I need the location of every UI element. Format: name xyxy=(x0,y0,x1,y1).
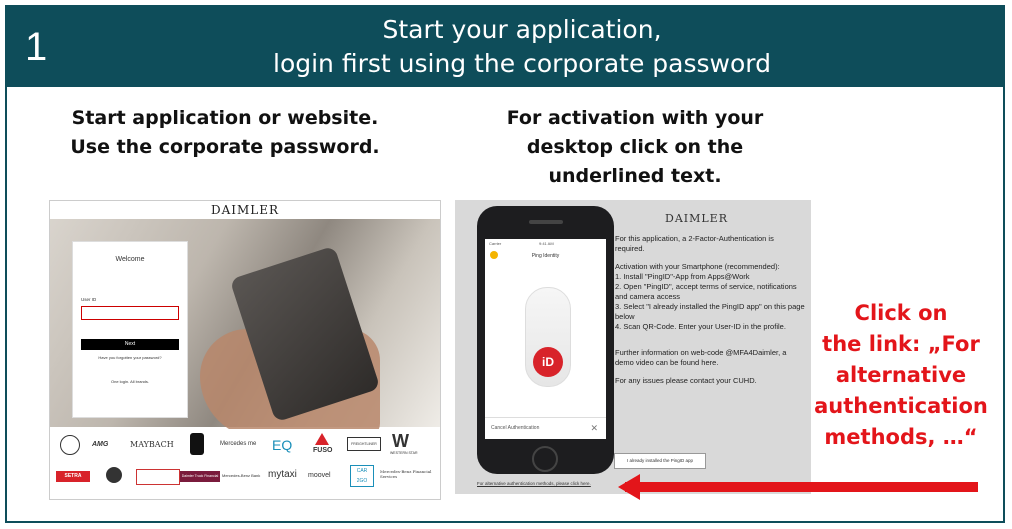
callout-line2: the link: „For xyxy=(822,332,980,356)
mercedes-benz-bank-logo: Mercedes-Benz Bank xyxy=(222,473,261,478)
pingid-swipe-button: iD xyxy=(533,347,563,377)
login-screenshot: DAIMLER Welcome User ID Next Have you fo… xyxy=(49,200,441,500)
phone-status-bar: Carrier 9:41 AM xyxy=(489,241,602,246)
phone-time: 9:41 AM xyxy=(539,241,554,246)
mitsubishi-icon xyxy=(315,433,329,445)
phone-carrier: Carrier xyxy=(489,241,502,246)
western-star-logo: WESTERN STAR xyxy=(390,451,418,455)
one-login-text: One login. All brands. xyxy=(110,379,150,384)
forgot-password-link[interactable]: Have you forgotten your password? xyxy=(73,355,187,360)
mercedes-benz-financial-logo: Mercedes-Benz Financial Services xyxy=(380,469,432,479)
mercedes-star-icon xyxy=(60,435,80,455)
phone-screen: Carrier 9:41 AM Ping Identity iD Cancel … xyxy=(485,239,606,439)
cancel-authentication-label: Cancel Authentication xyxy=(491,425,540,431)
pingid-step4: 4. Scan QR-Code. Enter your User-ID in t… xyxy=(615,322,786,331)
instruction-left-line2: Use the corporate password. xyxy=(70,136,380,158)
bharatbenz-icon xyxy=(106,467,122,483)
mercedes-me-logo: Mercedes me xyxy=(220,441,257,447)
step-number: 1 xyxy=(25,25,48,69)
instruction-left-line1: Start application or website. xyxy=(71,107,379,129)
eq-logo: EQ xyxy=(272,437,293,453)
next-button[interactable]: Next xyxy=(81,339,179,350)
cancel-authentication: Cancel Authentication ✕ xyxy=(485,417,606,437)
home-button-icon xyxy=(532,446,558,472)
instruction-right-line1: For activation with your xyxy=(506,107,764,129)
pingid-step1: 1. Install "PingID"-App from Apps@Work xyxy=(615,272,750,281)
callout-line1: Click on xyxy=(854,301,948,325)
user-id-input[interactable] xyxy=(81,306,179,320)
red-arrow xyxy=(625,482,978,492)
user-id-label: User ID xyxy=(81,297,97,302)
header-title-line1: Start your application, xyxy=(382,15,662,44)
pingid-para1: For this application, a 2-Factor-Authent… xyxy=(615,234,774,253)
daimler-logo: DAIMLER xyxy=(665,212,728,225)
alternative-authentication-link[interactable]: For alternative authentication methods, … xyxy=(477,481,591,486)
daimler-logo: DAIMLER xyxy=(210,203,280,217)
pingid-instructions: For this application, a 2-Factor-Authent… xyxy=(615,234,805,394)
red-arrow-head-icon xyxy=(618,474,640,500)
freightliner-logo: FREIGHTLINER xyxy=(347,437,381,451)
callout-line5: methods, …“ xyxy=(824,425,978,449)
pingid-para3: Further information on web-code @MFA4Dai… xyxy=(615,348,787,367)
ping-identity-title: Ping Identity xyxy=(531,253,560,259)
maybach-logo: MAYBACH xyxy=(130,440,174,449)
callout-line3: alternative xyxy=(835,363,967,387)
already-installed-button[interactable]: I already installed the PingID app xyxy=(614,453,706,469)
login-panel: Welcome User ID Next Have you forgotten … xyxy=(72,241,188,418)
western-star-icon: W xyxy=(392,431,409,451)
amg-logo: AMG xyxy=(92,441,109,448)
brand-logos: AMG MAYBACH Mercedes me EQ FUSO FREIGHTL… xyxy=(50,429,440,499)
fuso-logo: FUSO xyxy=(313,447,333,454)
header-title: Start your application, login first usin… xyxy=(97,13,947,81)
setra-logo: SETRA xyxy=(56,471,90,482)
header-title-line2: login first using the corporate password xyxy=(273,49,771,78)
welcome-heading: Welcome xyxy=(115,256,145,263)
close-icon: ✕ xyxy=(590,423,598,433)
phone-speaker xyxy=(529,220,563,224)
callout-text: Click on the link: „For alternative auth… xyxy=(812,298,990,453)
pingid-para2-title: Activation with your Smartphone (recomme… xyxy=(615,262,780,271)
pingid-para4: For any issues please contact your CUHD. xyxy=(615,376,757,385)
instruction-left: Start application or website. Use the co… xyxy=(50,104,400,162)
instruction-right-line3: underlined text. xyxy=(548,165,722,187)
pingid-step3: 3. Select "I already installed the PingI… xyxy=(615,302,805,321)
daimler-truck-financial-logo: Daimler Truck Financial xyxy=(180,471,220,482)
car2go-logo: CAR 2GO xyxy=(350,465,374,487)
smart-logo xyxy=(190,433,204,455)
instruction-right-line2: desktop click on the xyxy=(526,136,744,158)
mytaxi-logo: mytaxi xyxy=(268,469,297,480)
moovel-logo: moovel xyxy=(308,472,331,479)
iphone-image: Carrier 9:41 AM Ping Identity iD Cancel … xyxy=(477,206,614,474)
pingid-screenshot: Carrier 9:41 AM Ping Identity iD Cancel … xyxy=(455,200,811,494)
header-bar: 1 Start your application, login first us… xyxy=(7,7,1003,87)
thomas-built-logo xyxy=(136,469,180,485)
instruction-right: For activation with your desktop click o… xyxy=(450,104,820,191)
callout-line4: authentication xyxy=(814,394,988,418)
pingid-step2: 2. Open "PingID", accept terms of servic… xyxy=(615,282,797,301)
